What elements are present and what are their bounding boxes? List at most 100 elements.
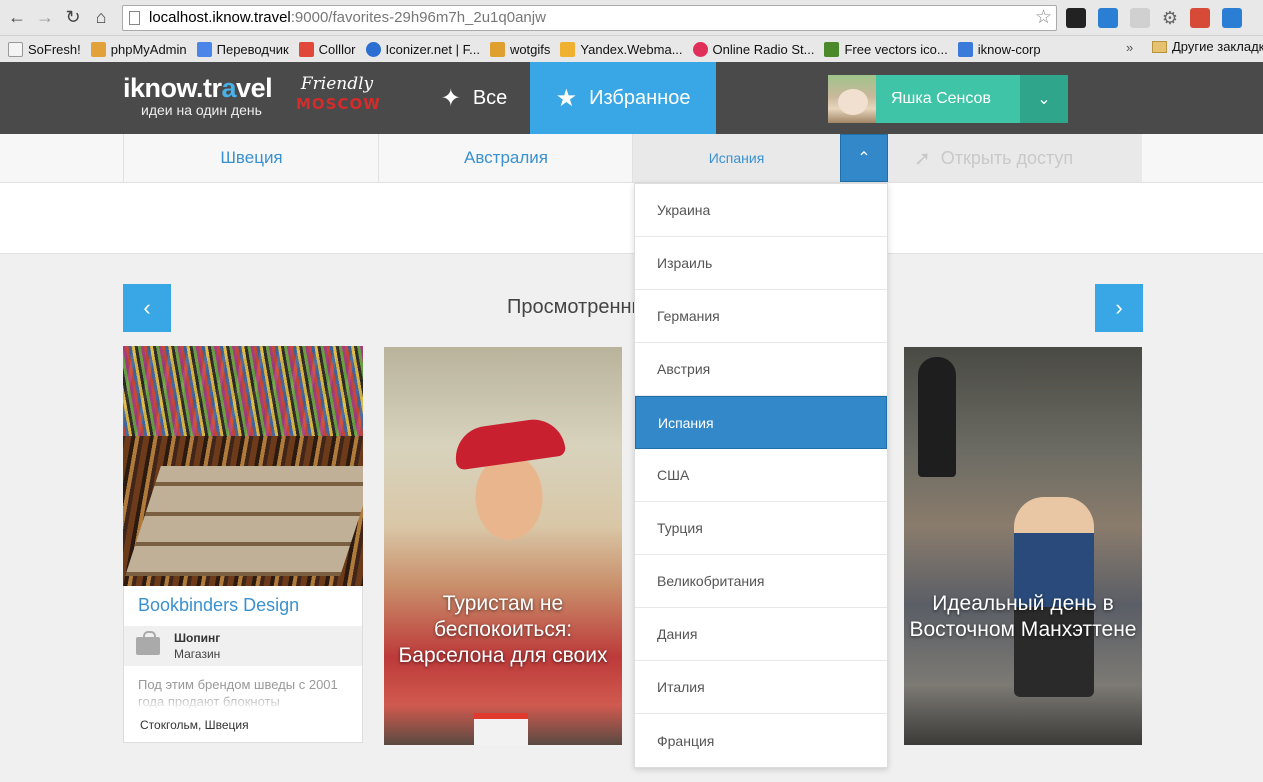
bookmark-item[interactable]: iknow-corp — [957, 41, 1041, 57]
dropdown-item[interactable]: Израиль — [635, 237, 887, 290]
tab-favorites[interactable]: ★ Избранное — [530, 62, 716, 134]
bookmark-label: Free vectors ico... — [844, 41, 948, 57]
bookmark-label: Yandex.Webma... — [580, 41, 683, 57]
bookmark-favicon-icon — [560, 41, 576, 57]
dropdown-item-selected[interactable]: Испания — [635, 396, 887, 449]
user-menu[interactable]: Яшка Сенсов ⌄ — [828, 75, 1068, 123]
bookmark-item[interactable]: Iconizer.net | F... — [365, 41, 480, 57]
place-location: Стокгольм, Швеция — [123, 710, 363, 743]
bookmark-label: Iconizer.net | F... — [385, 41, 480, 57]
country-tab-sweden[interactable]: Швеция — [123, 134, 379, 182]
bookmark-favicon-icon — [692, 41, 708, 57]
bookmark-item[interactable]: Free vectors ico... — [824, 41, 948, 57]
user-name[interactable]: Яшка Сенсов — [876, 75, 1020, 123]
logo-text-accent: a — [221, 73, 237, 103]
bookmark-label: SoFresh! — [28, 41, 81, 57]
carousel-prev-button[interactable]: ‹ — [123, 284, 171, 332]
bookmark-label: Переводчик — [216, 41, 289, 57]
bookmark-favicon-icon — [8, 41, 23, 57]
dropdown-item[interactable]: Франция — [635, 714, 887, 767]
story-title[interactable]: Туристам не беспокоиться: Барселона для … — [390, 591, 616, 669]
dropdown-item[interactable]: Италия — [635, 661, 887, 714]
address-bar[interactable]: localhost.iknow.travel:9000/favorites-29… — [122, 5, 1057, 31]
dropdown-item[interactable]: Австрия — [635, 343, 887, 396]
share-access-button[interactable]: ➚ Открыть доступ — [888, 134, 1142, 182]
bookmark-favicon-icon — [957, 41, 973, 57]
other-bookmarks[interactable]: Другие закладки — [1152, 39, 1263, 54]
carousel-next-button[interactable]: › — [1095, 284, 1143, 332]
site-logo[interactable]: iknow.travel идеи на один день — [123, 73, 273, 118]
place-category: Шопинг Магазин — [123, 626, 363, 666]
bookmark-item[interactable]: Yandex.Webma... — [560, 41, 683, 57]
signpost-icon: ✦ — [440, 84, 461, 112]
place-title[interactable]: Bookbinders Design — [123, 586, 363, 626]
moscow-text: MOSCOW — [296, 95, 381, 113]
country-dropdown: Украина Израиль Германия Австрия Испания… — [634, 183, 888, 768]
category-sub: Магазин — [174, 647, 221, 661]
dropdown-item[interactable]: США — [635, 449, 887, 502]
url-host: localhost.iknow.travel — [149, 9, 291, 26]
settings-gear-icon[interactable]: ⚙ — [1160, 8, 1180, 28]
dropdown-item[interactable]: Дания — [635, 608, 887, 661]
dropdown-item[interactable]: Украина — [635, 184, 887, 237]
bookmark-label: wotgifs — [509, 41, 551, 57]
story-card[interactable]: Туристам не беспокоиться: Барселона для … — [384, 347, 622, 745]
bookmark-star-icon[interactable]: ☆ — [1035, 6, 1052, 30]
bookmarks-overflow-button[interactable]: » — [1126, 40, 1133, 55]
back-icon[interactable]: ← — [6, 6, 28, 28]
bookmark-item[interactable]: phpMyAdmin — [90, 41, 187, 57]
photo-detail — [123, 346, 363, 436]
photo-detail — [918, 357, 956, 477]
other-bookmarks-label: Другие закладки — [1172, 39, 1263, 54]
friendly-moscow-logo[interactable]: Friendly MOSCOW — [296, 74, 381, 114]
bookmark-favicon-icon — [365, 41, 381, 57]
chevron-up-icon[interactable]: ⌃ — [840, 134, 888, 182]
category-name: Шопинг — [174, 631, 221, 645]
country-tab-australia[interactable]: Австралия — [378, 134, 633, 182]
reload-icon[interactable]: ↻ — [62, 6, 84, 28]
url-path: :9000/favorites-29h96m7h_2u1q0anjw — [290, 9, 546, 26]
bookmarks-bar: SoFresh! phpMyAdmin Переводчик Colllor I… — [0, 36, 1263, 62]
photo-detail — [451, 415, 567, 471]
dropdown-item[interactable]: Турция — [635, 502, 887, 555]
bookmark-item[interactable]: Online Radio St... — [692, 41, 815, 57]
site-header: iknow.travel идеи на один день Friendly … — [0, 62, 1263, 134]
tab-all[interactable]: ✦ Все — [418, 62, 530, 134]
bookmark-favicon-icon — [196, 41, 212, 57]
home-icon[interactable]: ⌂ — [90, 6, 112, 28]
extension-icon-1[interactable] — [1066, 8, 1086, 28]
bookmark-favicon-icon — [298, 41, 314, 57]
page-icon — [129, 11, 140, 25]
plus-one-icon[interactable] — [1222, 8, 1242, 28]
avatar — [828, 75, 876, 123]
story-title[interactable]: Идеальный день в Восточном Манхэттене — [904, 591, 1142, 643]
star-icon: ★ — [555, 84, 578, 112]
google-plus-icon[interactable] — [1190, 8, 1210, 28]
bookmark-item[interactable]: Переводчик — [196, 41, 289, 57]
bookmark-label: phpMyAdmin — [110, 41, 187, 57]
logo-text-main: iknow.tr — [123, 73, 222, 103]
bookmark-item[interactable]: Colllor — [298, 41, 356, 57]
logo-text-end: vel — [236, 73, 273, 103]
extension-icon-2[interactable] — [1098, 8, 1118, 28]
bookmark-item[interactable]: SoFresh! — [8, 41, 81, 57]
bookmark-item[interactable]: wotgifs — [489, 41, 551, 57]
story-card[interactable]: Идеальный день в Восточном Манхэттене — [904, 347, 1142, 745]
forward-icon[interactable]: → — [34, 6, 56, 28]
dropdown-item[interactable]: Великобритания — [635, 555, 887, 608]
shopping-bag-icon — [136, 631, 160, 655]
place-description: Под этим брендом шведы с 2001 года прода… — [123, 666, 363, 710]
browser-toolbar: ← → ↻ ⌂ localhost.iknow.travel:9000/favo… — [0, 0, 1263, 36]
chevron-down-icon[interactable]: ⌄ — [1020, 75, 1068, 123]
folder-icon — [1152, 40, 1167, 53]
friendly-text: Friendly — [300, 74, 374, 94]
photo-detail — [474, 713, 528, 745]
bookmark-label: Online Radio St... — [712, 41, 815, 57]
eyedropper-icon[interactable] — [1130, 8, 1150, 28]
photo-detail — [125, 466, 363, 576]
dropdown-item[interactable]: Германия — [635, 290, 887, 343]
bookmark-favicon-icon — [90, 41, 106, 57]
bookmark-favicon-icon — [824, 41, 840, 57]
place-card[interactable]: Bookbinders Design Шопинг Магазин Под эт… — [123, 346, 363, 743]
country-tab-selected[interactable]: Испания — [632, 134, 840, 182]
